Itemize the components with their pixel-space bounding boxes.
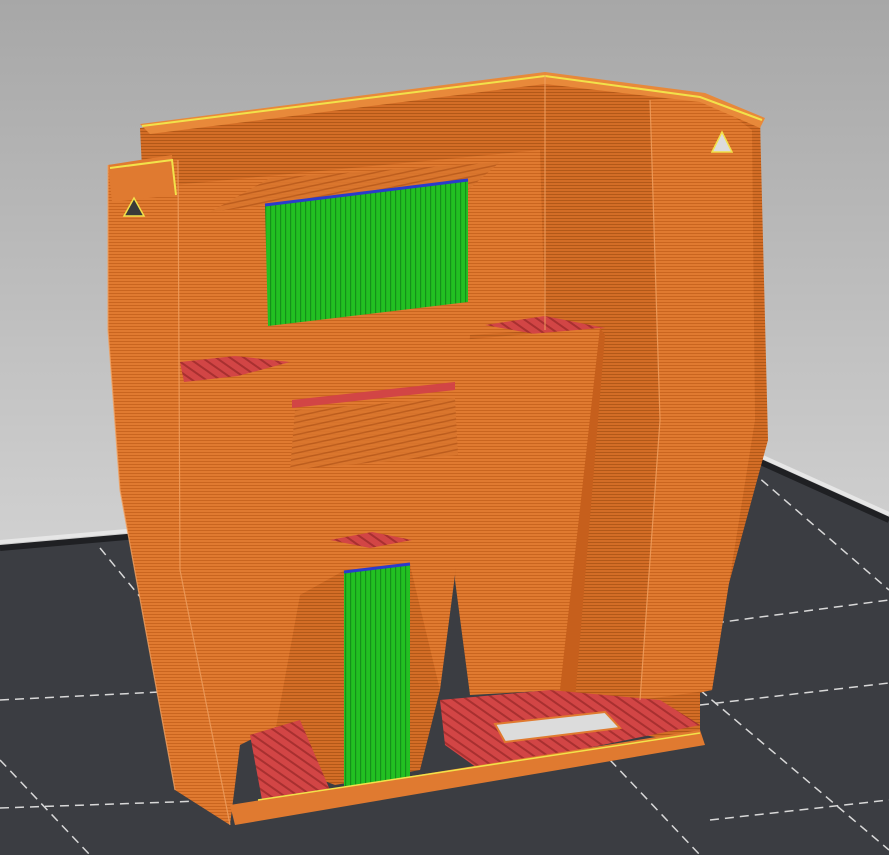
bridge-window-slot [343,562,411,786]
bridge-window-large [264,178,469,326]
preview-scene[interactable] [0,0,889,855]
3d-gcode-preview-viewport[interactable] [0,0,889,855]
